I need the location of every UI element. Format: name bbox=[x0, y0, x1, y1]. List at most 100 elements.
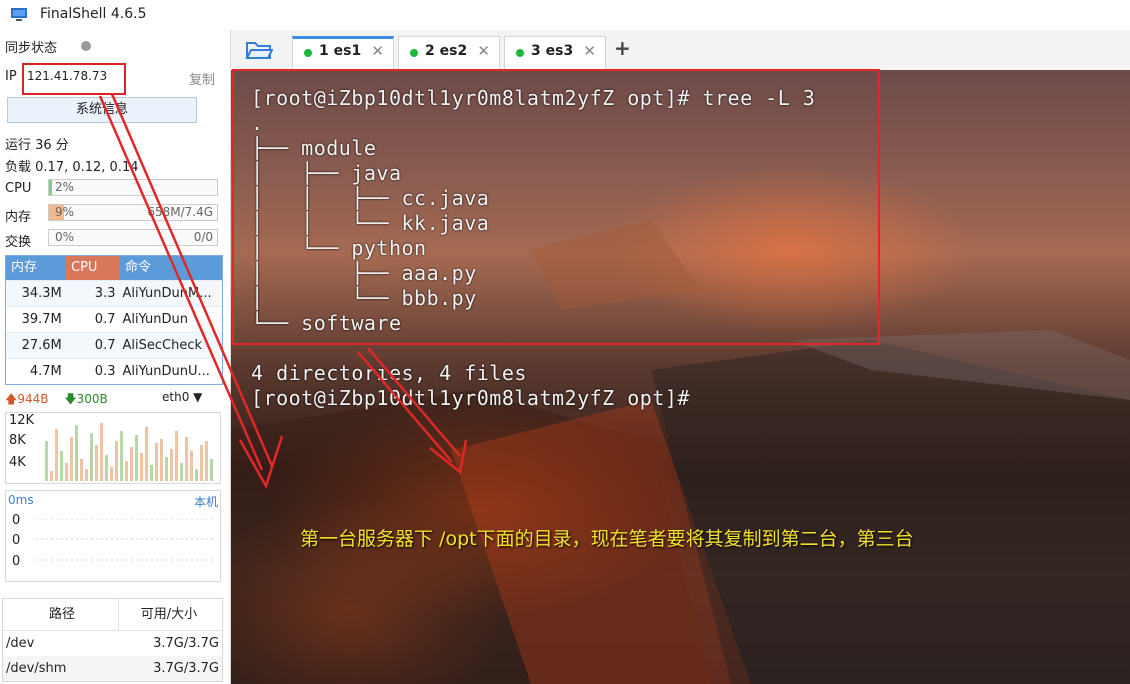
system-info-button[interactable]: 系统信息 bbox=[7, 97, 197, 123]
traffic-bar bbox=[160, 439, 163, 481]
tab-es1[interactable]: 1 es1 ✕ bbox=[292, 36, 394, 69]
ip-highlight-box bbox=[22, 63, 126, 95]
table-row[interactable]: 4.7M 0.3 AliYunDunU... bbox=[6, 358, 222, 384]
copy-ip-button[interactable]: 复制 bbox=[189, 69, 215, 88]
process-table: 内存 CPU 命令 34.3M 3.3 AliYunDunM... 39.7M 0.7… bbox=[5, 255, 223, 385]
net-tick: 4K bbox=[9, 455, 26, 470]
traffic-bar bbox=[120, 431, 123, 481]
table-row[interactable]: 34.3M 3.3 AliYunDunM... bbox=[6, 280, 222, 306]
ping-gridlines bbox=[36, 519, 216, 561]
swap-usage-text: 0/0 bbox=[193, 230, 213, 244]
col-header-mem[interactable]: 内存 bbox=[6, 256, 66, 280]
ping-host[interactable]: 本机 bbox=[194, 493, 218, 510]
ip-label: IP bbox=[5, 69, 17, 84]
upload-arrow-icon: 🡅 bbox=[5, 392, 18, 406]
tree-output-highlight-box bbox=[232, 69, 880, 345]
proc-cpu: 3.3 bbox=[94, 286, 116, 301]
net-tick: 12K bbox=[9, 413, 35, 428]
proc-mem: 27.6M bbox=[21, 338, 62, 353]
proc-cmd: AliYunDunU... bbox=[122, 364, 210, 379]
tab-es2[interactable]: 2 es2 ✕ bbox=[398, 36, 500, 69]
col-header-path[interactable]: 路径 bbox=[3, 599, 118, 630]
col-header-size[interactable]: 可用/大小 bbox=[118, 599, 222, 630]
chevron-down-icon: ▼ bbox=[193, 390, 203, 404]
traffic-bar bbox=[155, 443, 158, 481]
disk-table: 路径 可用/大小 /dev 3.7G/3.7G /dev/shm 3.7G/3.7G bbox=[2, 598, 223, 682]
ping-value: 0 bbox=[12, 513, 21, 528]
traffic-bar bbox=[110, 467, 113, 481]
disk-size: 3.7G/3.7G bbox=[153, 636, 219, 651]
title-bar: FinalShell 4.6.5 bbox=[0, 0, 1130, 30]
ping-label: 0ms bbox=[8, 493, 34, 507]
table-row[interactable]: /dev 3.7G/3.7G bbox=[3, 631, 222, 656]
col-header-command[interactable]: 命令 bbox=[120, 256, 220, 280]
swap-usage-bar: 0% 0/0 bbox=[48, 229, 218, 246]
close-icon[interactable]: ✕ bbox=[371, 42, 384, 60]
traffic-bar bbox=[100, 423, 103, 481]
traffic-bar bbox=[175, 431, 178, 481]
col-header-cpu[interactable]: CPU bbox=[66, 256, 120, 280]
network-traffic-bars bbox=[45, 423, 213, 481]
disk-path: /dev/shm bbox=[6, 661, 67, 676]
swap-label: 交换 bbox=[5, 235, 32, 250]
table-row[interactable]: 39.7M 0.7 AliYunDun bbox=[6, 306, 222, 332]
traffic-bar bbox=[150, 465, 153, 481]
sync-status-label: 同步状态 bbox=[5, 41, 58, 56]
traffic-bar bbox=[195, 469, 198, 481]
network-interface-value: eth0 bbox=[162, 390, 190, 404]
uptime-text: 运行 36 分 bbox=[5, 138, 69, 153]
mem-usage-bar: 9% 658M/7.4G bbox=[48, 204, 218, 221]
proc-cmd: AliYunDunM... bbox=[122, 286, 212, 301]
net-tick: 8K bbox=[9, 433, 26, 448]
cpu-usage-fill bbox=[49, 180, 53, 195]
app-logo-icon bbox=[11, 8, 27, 21]
tab-es3[interactable]: 3 es3 ✕ bbox=[504, 36, 606, 69]
proc-cpu: 0.3 bbox=[94, 364, 116, 379]
proc-cmd: AliSecCheck bbox=[122, 338, 202, 353]
proc-mem: 39.7M bbox=[21, 312, 62, 327]
tab-label: 2 es2 bbox=[425, 43, 468, 59]
traffic-bar bbox=[130, 447, 133, 481]
folder-icon[interactable] bbox=[245, 39, 273, 61]
traffic-bar bbox=[205, 441, 208, 481]
new-tab-plus-icon[interactable]: + bbox=[614, 36, 631, 60]
mem-label: 内存 bbox=[5, 210, 32, 225]
traffic-bar bbox=[140, 453, 143, 481]
disk-size: 3.7G/3.7G bbox=[153, 661, 219, 676]
annotation-caption: 第一台服务器下 /opt下面的目录，现在笔者要将其复制到第二台，第三台 bbox=[300, 528, 914, 550]
connected-status-icon bbox=[304, 49, 312, 57]
traffic-bar bbox=[165, 457, 168, 481]
disk-table-header: 路径 可用/大小 bbox=[3, 599, 222, 631]
table-row[interactable]: /dev/shm 3.7G/3.7G bbox=[3, 656, 222, 681]
traffic-bar bbox=[95, 445, 98, 481]
process-table-header: 内存 CPU 命令 bbox=[6, 256, 222, 280]
traffic-bar bbox=[185, 437, 188, 481]
load-text: 负载 0.17, 0.12, 0.14 bbox=[5, 160, 139, 175]
cpu-usage-bar: 2% bbox=[48, 179, 218, 196]
cpu-label: CPU bbox=[5, 181, 32, 196]
proc-mem: 34.3M bbox=[21, 286, 62, 301]
network-graph: 12K 8K 4K bbox=[5, 412, 221, 484]
ping-value: 0 bbox=[12, 554, 21, 569]
mem-usage-text: 658M/7.4G bbox=[147, 205, 213, 219]
ping-graph: 0ms 本机 0 0 0 bbox=[5, 490, 221, 582]
close-icon[interactable]: ✕ bbox=[477, 42, 490, 60]
connected-status-icon bbox=[410, 49, 418, 57]
swap-percent: 0% bbox=[55, 230, 75, 244]
sync-status-icon bbox=[81, 41, 91, 51]
close-icon[interactable]: ✕ bbox=[583, 42, 596, 60]
traffic-bar bbox=[180, 463, 183, 481]
traffic-bar bbox=[190, 451, 193, 481]
traffic-bar bbox=[70, 437, 73, 481]
traffic-bar bbox=[170, 449, 173, 481]
terminal-line: [root@iZbp10dtl1yr0m8latm2yfZ opt]# bbox=[251, 386, 690, 410]
network-summary: 🡅944B 🡇300B eth0 ▼ bbox=[5, 390, 220, 410]
proc-cpu: 0.7 bbox=[94, 312, 116, 327]
network-interface-select[interactable]: eth0 ▼ bbox=[162, 390, 202, 404]
traffic-bar bbox=[55, 429, 58, 481]
traffic-bar bbox=[115, 441, 118, 481]
tab-label: 3 es3 bbox=[531, 43, 574, 59]
table-row[interactable]: 27.6M 0.7 AliSecCheck bbox=[6, 332, 222, 358]
proc-cpu: 0.7 bbox=[94, 338, 116, 353]
traffic-bar bbox=[90, 433, 93, 481]
